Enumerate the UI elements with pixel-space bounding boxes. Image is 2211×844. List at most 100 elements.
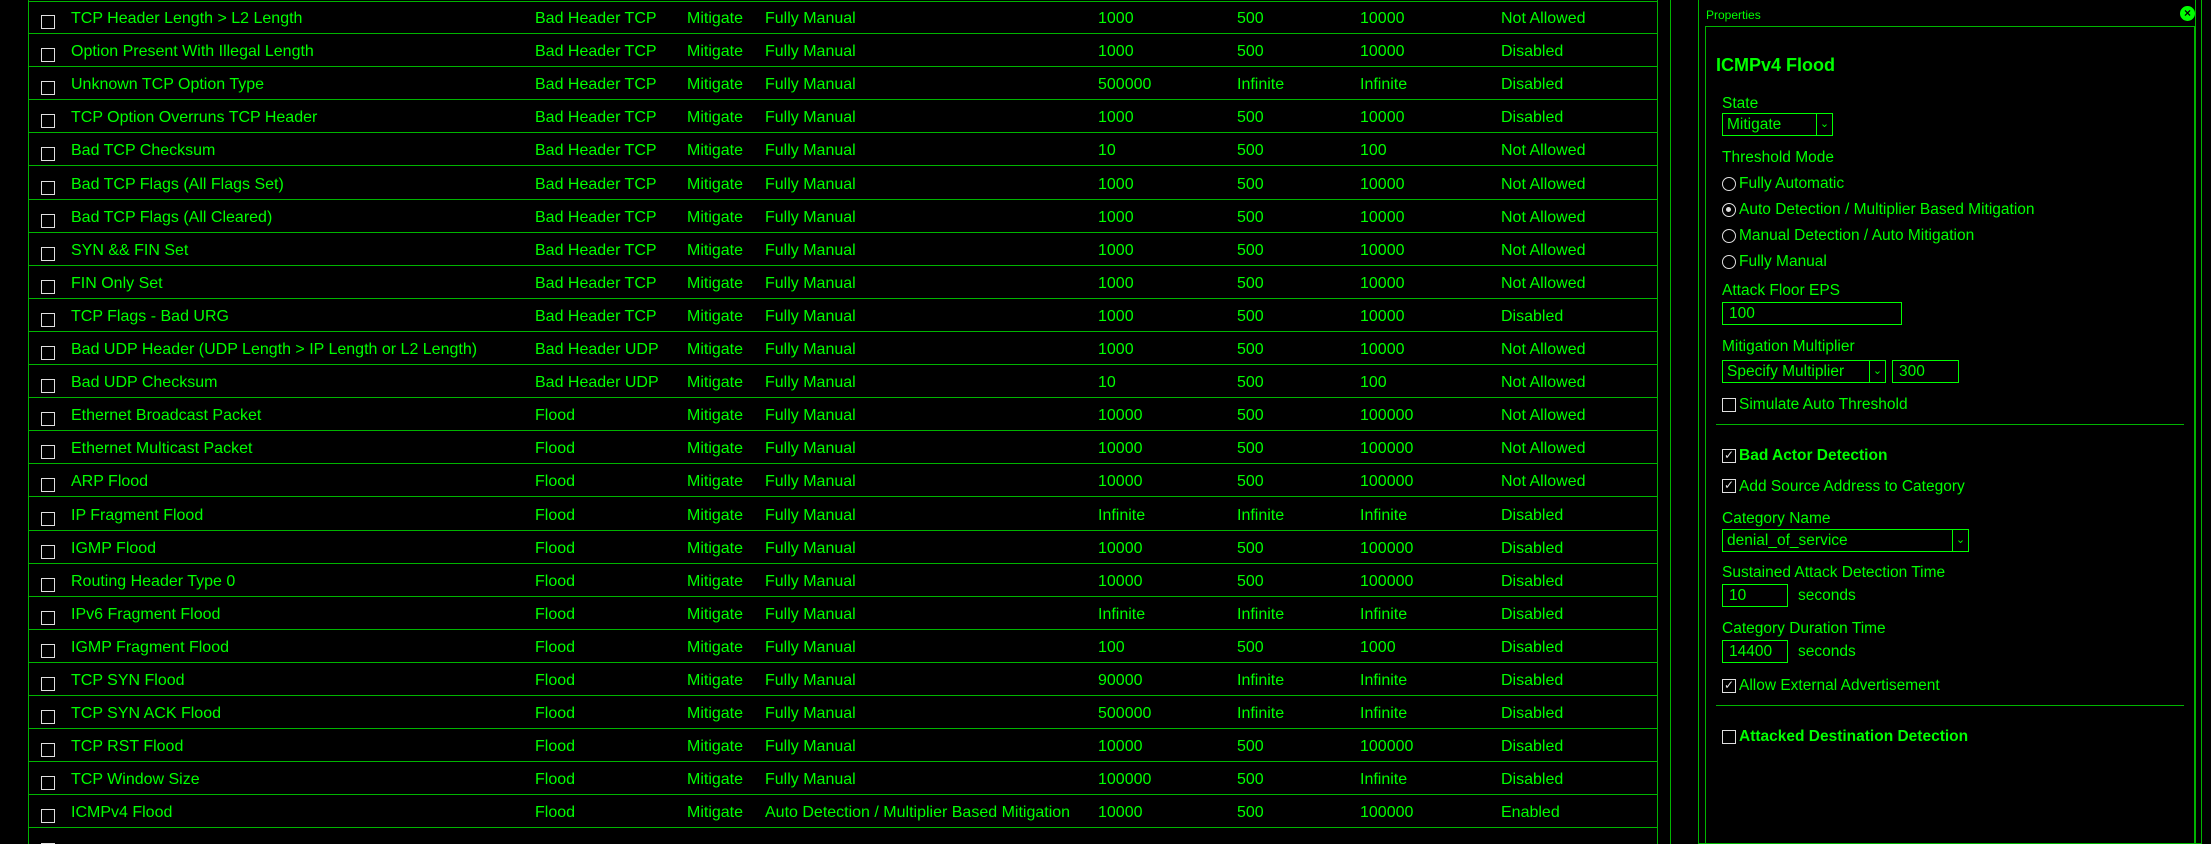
table-row[interactable]: Option Present With Illegal Length Bad He… xyxy=(29,34,1657,68)
row-checkbox[interactable] xyxy=(41,279,55,294)
table-row[interactable]: Unknown TCP Option Type Bad Header TCP Mit… xyxy=(29,67,1657,101)
row-name[interactable]: FIN Only Set xyxy=(71,275,163,293)
row-checkbox[interactable] xyxy=(41,114,55,129)
table-scrollbar[interactable] xyxy=(1670,0,1671,844)
table-row[interactable]: Ethernet Multicast Packet Flood Mitigate Fu… xyxy=(29,431,1657,465)
table-row[interactable]: IGMP Flood Flood Mitigate Fully Manual 10000… xyxy=(29,531,1657,564)
row-checkbox[interactable] xyxy=(41,577,55,592)
row-name[interactable]: Bad TCP Flags (All Flags Set) xyxy=(71,176,284,194)
row-name[interactable]: TCP SYN ACK Flood xyxy=(71,705,221,723)
table-row[interactable]: Bad TCP Flags (All Cleared) Bad Header TC… xyxy=(29,200,1657,233)
external-ad-checkbox[interactable]: ✓ xyxy=(1722,679,1736,693)
table-row[interactable]: Bad TCP Flags (All Flags Set) Bad Header … xyxy=(29,167,1657,200)
table-row[interactable]: FIN Only Set Bad Header TCP Mitigate Fully … xyxy=(29,266,1657,299)
row-name[interactable]: ICMPv4 Flood xyxy=(71,804,172,822)
duration-time-input[interactable]: 14400 xyxy=(1722,640,1788,663)
row-checkbox[interactable] xyxy=(41,81,55,96)
simulate-checkbox[interactable] xyxy=(1722,398,1736,412)
row-checkbox[interactable] xyxy=(41,412,55,427)
row-checkbox[interactable] xyxy=(41,48,55,63)
row-name[interactable]: IP Fragment Flood xyxy=(71,507,203,525)
row-multiplier: Infinite xyxy=(1237,76,1285,94)
row-name[interactable]: Ethernet Broadcast Packet xyxy=(71,407,261,425)
row-checkbox[interactable] xyxy=(41,643,55,658)
multiplier-select[interactable]: Specify Multiplier ⌄ xyxy=(1722,360,1886,383)
table-row[interactable]: TCP Header Length > L2 Length Bad Header … xyxy=(29,1,1657,34)
row-checkbox[interactable] xyxy=(41,15,55,29)
row-name[interactable]: Routing Header Type 0 xyxy=(71,573,235,591)
table-row[interactable]: TCP RST Flood Flood Mitigate Fully Manual 10… xyxy=(29,729,1657,763)
state-select[interactable]: Mitigate ⌄ xyxy=(1722,113,1833,136)
table-row[interactable]: Bad UDP Header (UDP Length > IP Length o… xyxy=(29,332,1657,365)
row-name[interactable]: TCP Window Size xyxy=(71,771,200,789)
row-checkbox[interactable] xyxy=(41,677,55,691)
row-checkbox[interactable] xyxy=(41,544,55,559)
row-checkbox[interactable] xyxy=(41,379,55,394)
row-name[interactable]: Bad UDP Checksum xyxy=(71,374,217,392)
row-checkbox[interactable] xyxy=(41,246,55,261)
table-row[interactable]: TCP SYN ACK Flood Flood Mitigate Fully Manu… xyxy=(29,696,1657,730)
attacked-destination-checkbox[interactable] xyxy=(1722,730,1736,744)
table-row[interactable]: IP Fragment Flood Flood Mitigate Fully Manu… xyxy=(29,498,1657,531)
multiplier-input[interactable]: 300 xyxy=(1892,360,1959,383)
row-name[interactable]: IPv6 Fragment Flood xyxy=(71,606,220,624)
row-name[interactable]: TCP Flags - Bad URG xyxy=(71,308,229,326)
row-name[interactable]: TCP Header Length > L2 Length xyxy=(71,10,302,28)
close-icon[interactable]: × xyxy=(2180,6,2195,21)
row-checkbox[interactable] xyxy=(41,610,55,625)
table-row[interactable]: TCP Flags - Bad URG Bad Header TCP Mitigat… xyxy=(29,299,1657,332)
table-row[interactable]: IGMP Fragment Flood Flood Mitigate Fully Ma… xyxy=(29,630,1657,663)
table-row[interactable]: IPv6 Fragment Flood Flood Mitigate Fully Ma… xyxy=(29,597,1657,630)
row-name[interactable]: TCP SYN Flood xyxy=(71,672,185,690)
row-name[interactable]: Unknown TCP Option Type xyxy=(71,76,264,94)
table-row[interactable]: ICMPv4 Flood Flood Mitigate Auto Detection … xyxy=(29,795,1657,829)
row-name[interactable]: IGMP Flood xyxy=(71,540,156,558)
table-row[interactable]: Routing Header Type 0 Flood Mitigate Fully … xyxy=(29,564,1657,597)
threshold-radio[interactable] xyxy=(1722,255,1736,269)
threshold-radio[interactable] xyxy=(1722,229,1736,243)
table-row[interactable]: Ethernet Broadcast Packet Flood Mitigate Fu… xyxy=(29,398,1657,432)
row-name[interactable]: IGMP Fragment Flood xyxy=(71,639,229,657)
table-row[interactable]: SYN && FIN Set Bad Header TCP Mitigate Full… xyxy=(29,233,1657,266)
attack-floor-input[interactable]: 100 xyxy=(1722,302,1902,325)
row-name[interactable]: Option Present With Illegal Length xyxy=(71,43,314,61)
row-max: 100000 xyxy=(1360,440,1414,458)
row-name[interactable]: Ethernet Multicast Packet xyxy=(71,440,252,458)
row-name[interactable]: SYN && FIN Set xyxy=(71,242,188,260)
row-checkbox[interactable] xyxy=(41,710,55,725)
row-checkbox[interactable] xyxy=(41,776,55,791)
panel-scrollbar[interactable] xyxy=(2195,0,2201,844)
row-name[interactable]: Bad TCP Checksum xyxy=(71,142,215,160)
table-row[interactable]: TCP Window Size Flood Mitigate Fully Manual… xyxy=(29,762,1657,796)
add-source-checkbox[interactable]: ✓ xyxy=(1722,479,1736,493)
row-mode: Fully Manual xyxy=(765,43,856,61)
table-row[interactable]: ARP Flood Flood Mitigate Fully Manual 10000 5… xyxy=(29,464,1657,498)
category-name-select[interactable]: denial_of_service ⌄ xyxy=(1722,529,1969,552)
table-row[interactable]: Bad UDP Checksum Bad Header UDP Mitigate Fu… xyxy=(29,365,1657,399)
row-checkbox[interactable] xyxy=(41,478,55,493)
table-row[interactable]: TCP SYN Flood Flood Mitigate Fully Manual 90… xyxy=(29,663,1657,696)
row-checkbox[interactable] xyxy=(41,809,55,824)
row-name[interactable]: TCP Option Overruns TCP Header xyxy=(71,109,317,127)
row-checkbox[interactable] xyxy=(41,743,55,758)
row-name[interactable]: Bad UDP Header (UDP Length > IP Length o… xyxy=(71,341,477,359)
row-checkbox[interactable] xyxy=(41,346,55,360)
row-floor: 1000 xyxy=(1098,274,1134,292)
row-name[interactable]: ARP Flood xyxy=(71,473,148,491)
row-name[interactable]: TCP RST Flood xyxy=(71,738,183,756)
table-row[interactable]: TCP Option Overruns TCP Header Bad Header… xyxy=(29,100,1657,134)
row-checkbox[interactable] xyxy=(41,511,55,526)
row-name[interactable]: Bad TCP Flags (All Cleared) xyxy=(71,209,272,227)
bad-actor-checkbox[interactable]: ✓ xyxy=(1722,449,1736,463)
threshold-radio[interactable] xyxy=(1722,203,1736,217)
sustained-time-input[interactable]: 10 xyxy=(1722,584,1788,607)
table-row[interactable] xyxy=(29,829,1657,844)
row-checkbox[interactable] xyxy=(41,180,55,195)
row-checkbox[interactable] xyxy=(41,445,55,460)
row-checkbox[interactable] xyxy=(41,312,55,327)
row-state: Mitigate xyxy=(687,175,744,193)
row-checkbox[interactable] xyxy=(41,213,55,228)
table-row[interactable]: Bad TCP Checksum Bad Header TCP Mitigate Fu… xyxy=(29,133,1657,167)
threshold-radio[interactable] xyxy=(1722,177,1736,191)
row-checkbox[interactable] xyxy=(41,147,55,162)
